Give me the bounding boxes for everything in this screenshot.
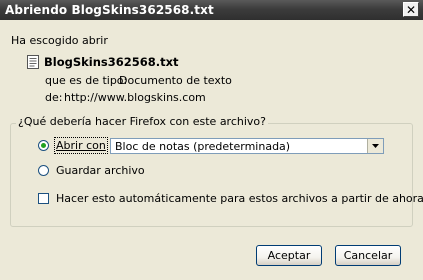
remember-choice-checkbox[interactable] [38, 193, 49, 204]
title-bar: Abriendo BlogSkins362568.txt ✕ [0, 0, 423, 20]
save-file-label[interactable]: Guardar archivo [56, 164, 145, 177]
close-icon: ✕ [405, 2, 417, 17]
application-select[interactable]: Bloc de notas (predeterminada) [110, 138, 384, 154]
file-type-value: Documento de texto [119, 74, 232, 87]
cancel-button[interactable]: Cancelar [335, 245, 401, 266]
remember-choice-label[interactable]: Hacer esto automáticamente para estos ar… [56, 192, 423, 205]
window-title: Abriendo BlogSkins362568.txt [5, 3, 214, 17]
text-file-icon [27, 55, 39, 69]
save-file-radio[interactable] [38, 165, 49, 176]
file-type-label: que es de tipo: [45, 74, 128, 87]
chevron-down-icon [372, 144, 379, 148]
close-button[interactable]: ✕ [403, 2, 419, 17]
file-source-label: de: [45, 91, 63, 104]
open-with-label[interactable]: Abrir con [54, 137, 108, 154]
application-select-value: Bloc de notas (predeterminada) [115, 140, 291, 153]
file-source-value: http://www.blogskins.com [64, 91, 206, 104]
dropdown-button[interactable] [367, 139, 383, 153]
open-with-text: Abrir con [56, 139, 106, 152]
action-question: ¿Qué debería hacer Firefox con este arch… [16, 115, 268, 128]
accept-button-label: Aceptar [267, 249, 311, 262]
intro-text: Ha escogido abrir [11, 34, 108, 47]
file-name: BlogSkins362568.txt [44, 55, 179, 69]
cancel-button-label: Cancelar [343, 249, 393, 262]
accept-button[interactable]: Aceptar [256, 245, 322, 266]
open-with-radio[interactable] [38, 140, 49, 151]
